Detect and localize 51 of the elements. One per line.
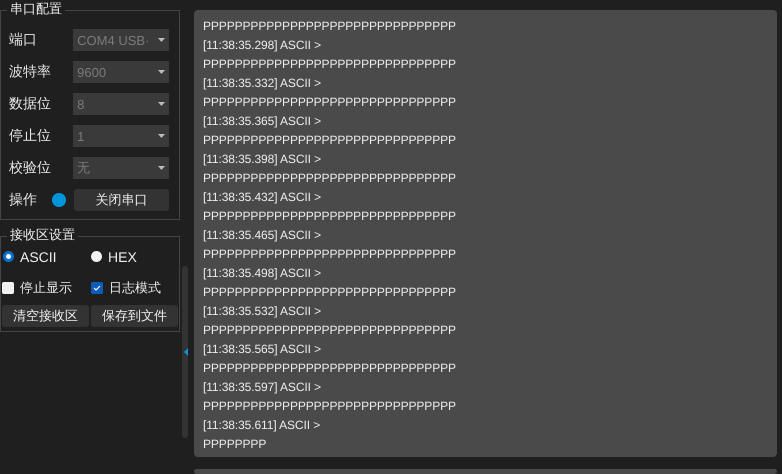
log-line: [11:38:35.498] ASCII > bbox=[203, 265, 322, 282]
log-line: [11:38:35.565] ASCII > bbox=[203, 341, 322, 358]
group-title: 串口配置 bbox=[7, 2, 65, 18]
field-label: 校验位 bbox=[9, 159, 52, 177]
field-label: 波特率 bbox=[9, 63, 52, 81]
log-line: PPPPPPPPPPPPPPPPPPPPPPPPPPPPPPPP bbox=[203, 322, 457, 339]
action-button[interactable]: 清空接收区 bbox=[2, 305, 89, 327]
checkbox[interactable] bbox=[2, 282, 14, 294]
field-label: 数据位 bbox=[9, 95, 52, 113]
log-line: PPPPPPPPPPPPPPPPPPPPPPPPPPPPPPPP bbox=[203, 132, 457, 149]
field-label: 操作 bbox=[9, 191, 38, 209]
checkbox-label: 停止显示 bbox=[20, 280, 72, 296]
radio-label: ASCII bbox=[20, 248, 57, 264]
log-line: PPPPPPPPPPPPPPPPPPPPPPPPPPPPPPPP bbox=[203, 360, 457, 377]
caret-icon bbox=[158, 70, 165, 74]
radio-button[interactable] bbox=[91, 251, 102, 262]
log-line: [11:38:35.597] ASCII > bbox=[203, 379, 322, 396]
check-icon bbox=[93, 284, 101, 290]
log-line: [11:38:35.365] ASCII > bbox=[203, 113, 322, 130]
radio-label: HEX bbox=[108, 248, 137, 264]
log-line: PPPPPPPPPPPPPPPPPPPPPPPPPPPPPPPP bbox=[203, 18, 457, 35]
field-label: 端口 bbox=[9, 31, 38, 49]
caret-icon bbox=[158, 38, 165, 42]
log-line: [11:38:35.465] ASCII > bbox=[203, 227, 322, 244]
scrollbar[interactable] bbox=[182, 266, 188, 438]
log-line: [11:38:35.398] ASCII > bbox=[203, 151, 322, 168]
log-line: PPPPPPPPPPPPPPPPPPPPPPPPPPPPPPPP bbox=[203, 56, 457, 73]
close-port-button[interactable]: 关闭串口 bbox=[74, 189, 169, 211]
log-line: PPPPPPPPPPPPPPPPPPPPPPPPPPPPPPPP bbox=[203, 284, 457, 301]
log-line: [11:38:35.332] ASCII > bbox=[203, 75, 322, 92]
log-line: PPPPPPPPPPPPPPPPPPPPPPPPPPPPPPPP bbox=[203, 94, 457, 111]
log-line: [11:38:35.611] ASCII > bbox=[203, 417, 322, 434]
log-line: PPPPPPPPPPPPPPPPPPPPPPPPPPPPPPPP bbox=[203, 208, 457, 225]
checkbox-label: 日志模式 bbox=[109, 280, 161, 296]
caret-icon bbox=[158, 166, 165, 170]
log-line: [11:38:35.298] ASCII > bbox=[203, 37, 322, 54]
log-line: PPPPPPPPPPPPPPPPPPPPPPPPPPPPPPPP bbox=[203, 170, 457, 187]
log-line: [11:38:35.532] ASCII > bbox=[203, 303, 322, 320]
caret-icon bbox=[158, 134, 165, 138]
log-line: [11:38:35.432] ASCII > bbox=[203, 189, 322, 206]
receive-text-area[interactable] bbox=[194, 10, 777, 457]
caret-icon bbox=[158, 102, 165, 106]
action-button[interactable]: 保存到文件 bbox=[91, 305, 178, 327]
log-line: PPPPPPPPPPPPPPPPPPPPPPPPPPPPPPPP bbox=[203, 246, 457, 263]
field-label: 停止位 bbox=[9, 127, 52, 145]
log-line: PPPPPPPPPPPPPPPPPPPPPPPPPPPPPPPP bbox=[203, 398, 457, 415]
group-title: 接收区设置 bbox=[7, 228, 78, 244]
checkbox[interactable] bbox=[91, 282, 103, 294]
log-line: PPPPPPPP bbox=[203, 436, 268, 453]
splitter-arrow-icon[interactable] bbox=[184, 348, 188, 356]
radio-button[interactable] bbox=[3, 251, 14, 262]
